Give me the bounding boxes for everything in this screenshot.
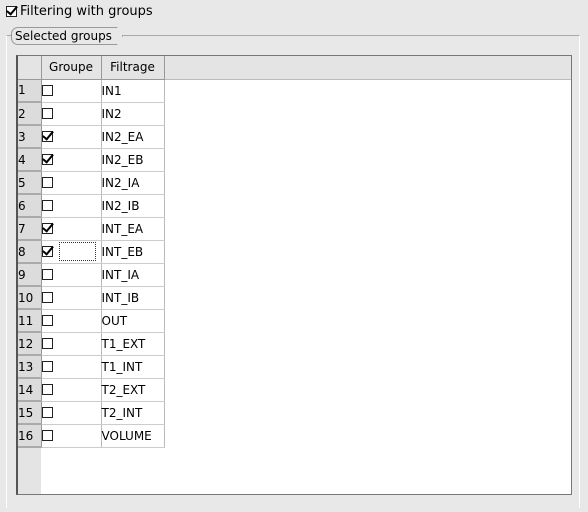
table-row[interactable]: 4 IN2_EB bbox=[18, 148, 165, 172]
filtering-with-groups-label: Filtering with groups bbox=[20, 3, 153, 19]
filtrage-cell[interactable]: T1_EXT bbox=[101, 332, 165, 356]
table-row[interactable]: 14 T2_EXT bbox=[18, 378, 165, 402]
filtrage-cell[interactable]: IN2 bbox=[101, 102, 165, 126]
group-checkbox[interactable] bbox=[41, 292, 53, 303]
row-number[interactable]: 11 bbox=[18, 309, 42, 333]
groupe-cell[interactable] bbox=[41, 424, 102, 448]
group-checkbox[interactable] bbox=[41, 430, 53, 441]
table-row[interactable]: 13 T1_INT bbox=[18, 355, 165, 379]
groupe-cell[interactable] bbox=[41, 378, 102, 402]
table-row[interactable]: 12 T1_EXT bbox=[18, 332, 165, 356]
table-row[interactable]: 5 IN2_IA bbox=[18, 171, 165, 195]
table-row[interactable]: 6 IN2_IB bbox=[18, 194, 165, 218]
row-number[interactable]: 10 bbox=[18, 286, 42, 310]
groupe-cell[interactable] bbox=[41, 79, 102, 103]
table-row[interactable]: 8 INT_EB bbox=[18, 240, 165, 264]
table-corner[interactable] bbox=[18, 56, 42, 80]
table-row[interactable]: 2 IN2 bbox=[18, 102, 165, 126]
groupe-cell[interactable] bbox=[41, 309, 102, 333]
row-number[interactable]: 9 bbox=[18, 263, 42, 287]
filtrage-cell[interactable]: IN2_IA bbox=[101, 171, 165, 195]
filtrage-cell[interactable]: INT_IB bbox=[101, 286, 165, 310]
filtrage-cell[interactable]: INT_EA bbox=[101, 217, 165, 241]
group-checkbox[interactable] bbox=[41, 200, 53, 211]
filtrage-cell[interactable]: T1_INT bbox=[101, 355, 165, 379]
row-number[interactable]: 15 bbox=[18, 401, 42, 425]
row-number[interactable]: 2 bbox=[18, 102, 42, 126]
filtering-with-groups-checkbox[interactable]: Filtering with groups bbox=[6, 3, 153, 19]
groupe-cell[interactable] bbox=[41, 401, 102, 425]
groupe-cell[interactable] bbox=[41, 171, 102, 195]
row-number[interactable]: 6 bbox=[18, 194, 42, 218]
filtrage-cell[interactable]: IN2_EB bbox=[101, 148, 165, 172]
row-number[interactable]: 8 bbox=[18, 240, 42, 264]
filtrage-cell[interactable]: IN2_EA bbox=[101, 125, 165, 149]
row-number[interactable]: 1 bbox=[18, 79, 42, 103]
selected-groups-tab: Selected groups bbox=[11, 27, 123, 45]
filtrage-cell[interactable]: IN2_IB bbox=[101, 194, 165, 218]
row-number[interactable]: 4 bbox=[18, 148, 42, 172]
table-row[interactable]: 1 IN1 bbox=[18, 79, 165, 103]
row-number[interactable]: 12 bbox=[18, 332, 42, 356]
groupe-cell[interactable] bbox=[41, 286, 102, 310]
filtrage-cell[interactable]: INT_IA bbox=[101, 263, 165, 287]
row-number[interactable]: 7 bbox=[18, 217, 42, 241]
group-checkbox[interactable] bbox=[41, 338, 53, 349]
row-number[interactable]: 5 bbox=[18, 171, 42, 195]
filtrage-cell[interactable]: OUT bbox=[101, 309, 165, 333]
table-row[interactable]: 11 OUT bbox=[18, 309, 165, 333]
group-checkbox[interactable] bbox=[41, 177, 53, 188]
group-checkbox[interactable] bbox=[41, 269, 53, 280]
groupe-cell[interactable] bbox=[41, 217, 102, 241]
filtrage-cell[interactable]: T2_EXT bbox=[101, 378, 165, 402]
table-row[interactable]: 9 INT_IA bbox=[18, 263, 165, 287]
groupe-cell[interactable] bbox=[41, 194, 102, 218]
table-row[interactable]: 7 INT_EA bbox=[18, 217, 165, 241]
table-row[interactable]: 16 VOLUME bbox=[18, 424, 165, 448]
table-row[interactable]: 10 INT_IB bbox=[18, 286, 165, 310]
group-checkbox[interactable] bbox=[41, 407, 53, 418]
groupe-cell[interactable] bbox=[41, 332, 102, 356]
group-checkbox[interactable] bbox=[41, 108, 53, 119]
groupe-cell[interactable] bbox=[41, 240, 102, 264]
group-checkbox[interactable] bbox=[41, 361, 53, 372]
groups-table: Groupe Filtrage 1 IN1 2 IN2 3 IN2_EA 4 IN2_EB 5 I… bbox=[16, 55, 572, 495]
table-row[interactable]: 3 IN2_EA bbox=[18, 125, 165, 149]
groupe-cell[interactable] bbox=[41, 263, 102, 287]
cell-focus-indicator bbox=[58, 242, 96, 261]
group-checkbox[interactable] bbox=[41, 384, 53, 395]
group-checkbox[interactable] bbox=[41, 223, 53, 234]
group-checkbox[interactable] bbox=[41, 85, 53, 96]
row-number[interactable]: 3 bbox=[18, 125, 42, 149]
row-number[interactable]: 14 bbox=[18, 378, 42, 402]
groupe-cell[interactable] bbox=[41, 102, 102, 126]
row-number[interactable]: 16 bbox=[18, 424, 42, 448]
filtrage-cell[interactable]: T2_INT bbox=[101, 401, 165, 425]
groupe-cell[interactable] bbox=[41, 355, 102, 379]
table-row[interactable]: 15 T2_INT bbox=[18, 401, 165, 425]
group-checkbox[interactable] bbox=[41, 131, 53, 142]
checkbox-icon[interactable] bbox=[6, 5, 17, 17]
groupe-cell[interactable] bbox=[41, 148, 102, 172]
group-checkbox[interactable] bbox=[41, 246, 53, 257]
filtrage-cell[interactable]: INT_EB bbox=[101, 240, 165, 264]
group-checkbox[interactable] bbox=[41, 154, 53, 165]
row-number[interactable]: 13 bbox=[18, 355, 42, 379]
filtrage-cell[interactable]: VOLUME bbox=[101, 424, 165, 448]
groupe-cell[interactable] bbox=[41, 125, 102, 149]
filtrage-cell[interactable]: IN1 bbox=[101, 79, 165, 103]
group-checkbox[interactable] bbox=[41, 315, 53, 326]
column-header-filtrage[interactable]: Filtrage bbox=[101, 56, 165, 80]
column-header-groupe[interactable]: Groupe bbox=[41, 56, 102, 80]
